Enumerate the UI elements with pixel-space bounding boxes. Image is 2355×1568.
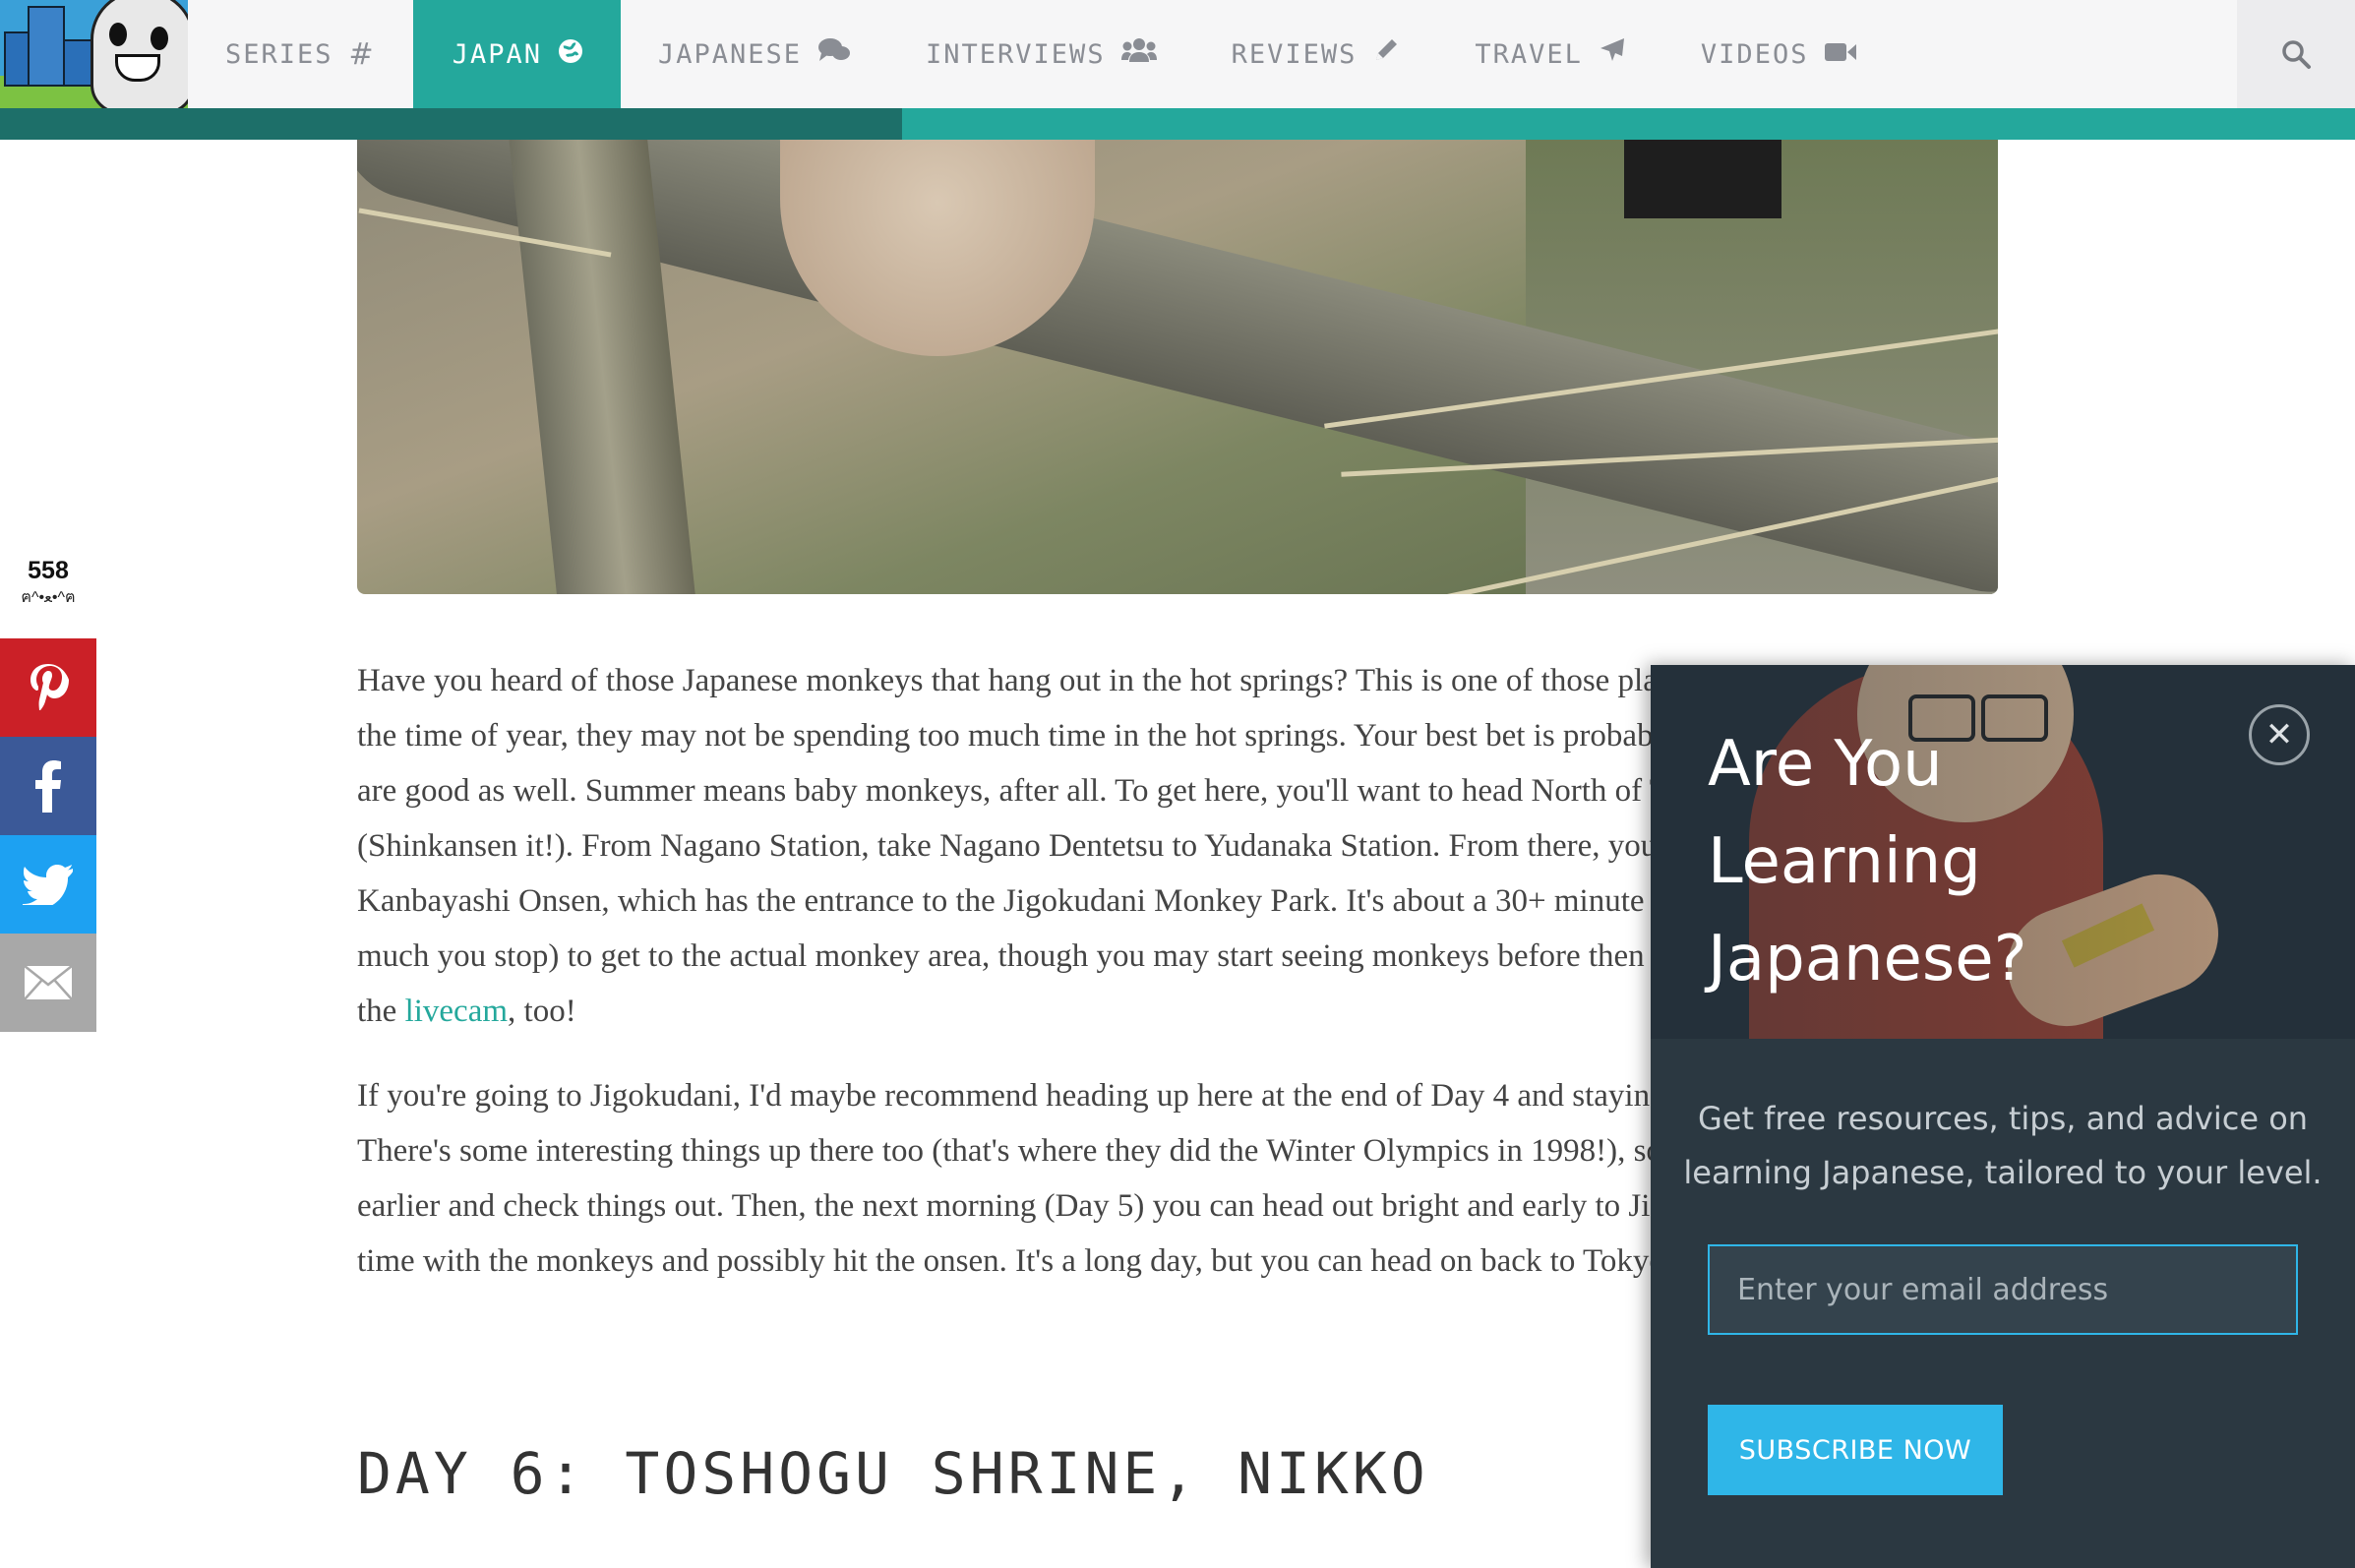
- pencil-icon: [1372, 36, 1400, 72]
- mascot-eye: [151, 27, 168, 50]
- logo-building: [4, 31, 30, 87]
- image-sign: [1624, 140, 1781, 218]
- share-count-face: ฅ^•ﻌ•^ฅ: [21, 589, 76, 606]
- comments-icon: [817, 36, 851, 72]
- nav-item-label: INTERVIEWS: [926, 38, 1106, 70]
- logo-building: [28, 6, 65, 87]
- nav-item-label: VIDEOS: [1700, 38, 1809, 70]
- hashtag-icon: #: [348, 36, 376, 72]
- share-count-number: 558: [28, 557, 69, 584]
- video-camera-icon: [1824, 37, 1857, 72]
- globe-icon: [558, 37, 583, 72]
- nav-item-reviews[interactable]: REVIEWS: [1194, 0, 1438, 108]
- nav-item-label: JAPAN: [452, 38, 542, 70]
- share-email-button[interactable]: [0, 934, 96, 1032]
- nav-item-interviews[interactable]: INTERVIEWS: [888, 0, 1194, 108]
- mascot-eye: [109, 23, 127, 46]
- search-button[interactable]: [2237, 0, 2355, 108]
- twitter-icon: [23, 865, 73, 905]
- nav-item-travel[interactable]: TRAVEL: [1437, 0, 1663, 108]
- nav-item-label: TRAVEL: [1475, 38, 1583, 70]
- users-icon: [1120, 36, 1157, 72]
- plane-icon: [1599, 36, 1626, 72]
- paragraph-text: , too!: [508, 994, 576, 1029]
- share-twitter-button[interactable]: [0, 835, 96, 934]
- nav-item-label: SERIES: [225, 38, 333, 70]
- share-pinterest-button[interactable]: [0, 638, 96, 737]
- newsletter-popup: Are You Learning Japanese? ✕ Get free re…: [1651, 665, 2355, 1568]
- reading-progress-fill: [0, 108, 902, 140]
- reading-progress-bar: [0, 108, 2355, 140]
- search-icon: [2282, 40, 2311, 69]
- pinterest-icon: [30, 664, 69, 710]
- livecam-link[interactable]: livecam: [405, 994, 508, 1029]
- nav-item-series[interactable]: SERIES #: [188, 0, 413, 108]
- popup-title: Are You Learning Japanese?: [1708, 728, 2027, 995]
- subscribe-button[interactable]: SUBSCRIBE NOW: [1708, 1405, 2003, 1495]
- nav-item-videos[interactable]: VIDEOS: [1663, 0, 1896, 108]
- article-image-monkey-on-log: [357, 140, 1998, 594]
- nav-item-japanese[interactable]: JAPANESE: [621, 0, 888, 108]
- share-facebook-button[interactable]: [0, 737, 96, 835]
- logo-mascot: [91, 0, 188, 108]
- top-navigation: SERIES # JAPAN JAPANESE INTERVIEWS REVIE…: [0, 0, 2355, 108]
- nav-item-japan[interactable]: JAPAN: [412, 0, 621, 108]
- mascot-mouth: [115, 54, 160, 82]
- close-icon: ✕: [2264, 715, 2294, 754]
- site-logo[interactable]: [0, 0, 188, 108]
- popup-close-button[interactable]: ✕: [2249, 704, 2310, 765]
- popup-description: Get free resources, tips, and advice on …: [1683, 1100, 2323, 1191]
- nav-item-label: REVIEWS: [1231, 38, 1358, 70]
- facebook-icon: [35, 760, 61, 813]
- email-field[interactable]: [1708, 1244, 2298, 1335]
- section-heading: DAY 6: TOSHOGU SHRINE, NIKKO: [357, 1440, 1429, 1507]
- share-count: 558 ฅ^•ﻌ•^ฅ: [0, 557, 96, 610]
- email-icon: [24, 965, 73, 1000]
- logo-building: [63, 39, 92, 87]
- nav-item-label: JAPANESE: [657, 38, 803, 70]
